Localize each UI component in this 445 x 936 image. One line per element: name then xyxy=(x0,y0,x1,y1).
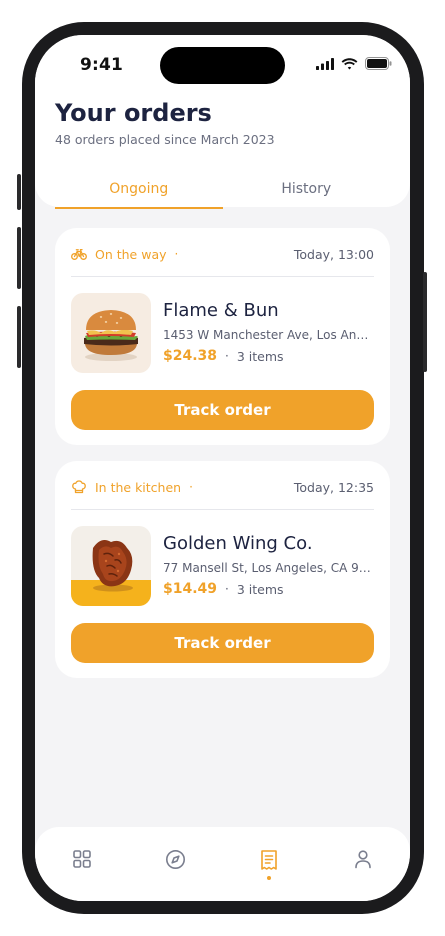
order-card[interactable]: On the way · Today, 13:00 Flame & Bun 14… xyxy=(55,228,390,445)
status-icons xyxy=(316,57,392,70)
order-tabs: Ongoing History xyxy=(55,179,390,209)
order-item-count: 3 items xyxy=(236,581,284,597)
nav-item-orders[interactable] xyxy=(223,827,317,901)
separator-dot: · xyxy=(225,582,229,596)
divider xyxy=(71,509,374,510)
order-meta: $14.49 · 3 items xyxy=(163,581,284,597)
separator-dot: · xyxy=(189,480,193,494)
tab-ongoing[interactable]: Ongoing xyxy=(55,179,223,209)
nav-item-profile[interactable] xyxy=(316,827,410,901)
status-time: 9:41 xyxy=(80,55,124,75)
signal-icon xyxy=(316,57,334,70)
divider xyxy=(71,276,374,277)
order-price: $24.38 xyxy=(163,348,218,364)
tab-history[interactable]: History xyxy=(223,179,391,209)
restaurant-address: 1453 W Manchester Ave, Los Angeles, CA 9… xyxy=(163,328,375,342)
nav-item-home[interactable] xyxy=(35,827,129,901)
restaurant-name: Golden Wing Co. xyxy=(163,533,313,554)
track-order-button[interactable]: Track order xyxy=(71,390,374,430)
screen: 9:41 Your orders 48 orders placed since … xyxy=(35,35,410,901)
chicken-wing-image xyxy=(71,526,151,606)
restaurant-address: 77 Mansell St, Los Angeles, CA 90011 xyxy=(163,561,375,575)
track-order-button[interactable]: Track order xyxy=(71,623,374,663)
dynamic-island xyxy=(160,47,285,84)
separator-dot: · xyxy=(174,247,179,261)
bicycle-icon xyxy=(71,248,87,260)
active-indicator-dot xyxy=(267,876,272,880)
page-subtitle: 48 orders placed since March 2023 xyxy=(55,132,275,147)
order-time: Today, 12:35 xyxy=(293,479,374,495)
receipt-icon xyxy=(261,850,278,870)
wifi-icon xyxy=(341,57,358,69)
profile-icon xyxy=(355,850,371,869)
volume-up-button xyxy=(17,227,21,289)
mute-switch xyxy=(17,174,21,210)
order-card[interactable]: In the kitchen · Today, 12:35 Golden Win… xyxy=(55,461,390,678)
order-meta: $24.38 · 3 items xyxy=(163,348,284,364)
order-status: In the kitchen xyxy=(95,479,182,495)
order-item-count: 3 items xyxy=(236,348,284,364)
order-price: $14.49 xyxy=(163,581,218,597)
status-bar: 9:41 xyxy=(35,35,410,95)
page-title: Your orders xyxy=(55,99,212,127)
power-button xyxy=(423,272,427,372)
order-status-row: On the way · Today, 13:00 xyxy=(71,244,374,264)
bottom-nav xyxy=(35,827,410,901)
grid-icon xyxy=(73,850,91,868)
compass-icon xyxy=(166,850,186,869)
order-status: On the way xyxy=(95,246,167,262)
nav-item-explore[interactable] xyxy=(129,827,223,901)
restaurant-name: Flame & Bun xyxy=(163,300,279,321)
volume-down-button xyxy=(17,306,21,368)
battery-icon xyxy=(365,57,392,70)
order-time: Today, 13:00 xyxy=(293,246,374,262)
order-status-row: In the kitchen · Today, 12:35 xyxy=(71,477,374,497)
separator-dot: · xyxy=(225,349,229,363)
burger-image xyxy=(71,293,151,373)
chef-hat-icon xyxy=(72,480,86,494)
